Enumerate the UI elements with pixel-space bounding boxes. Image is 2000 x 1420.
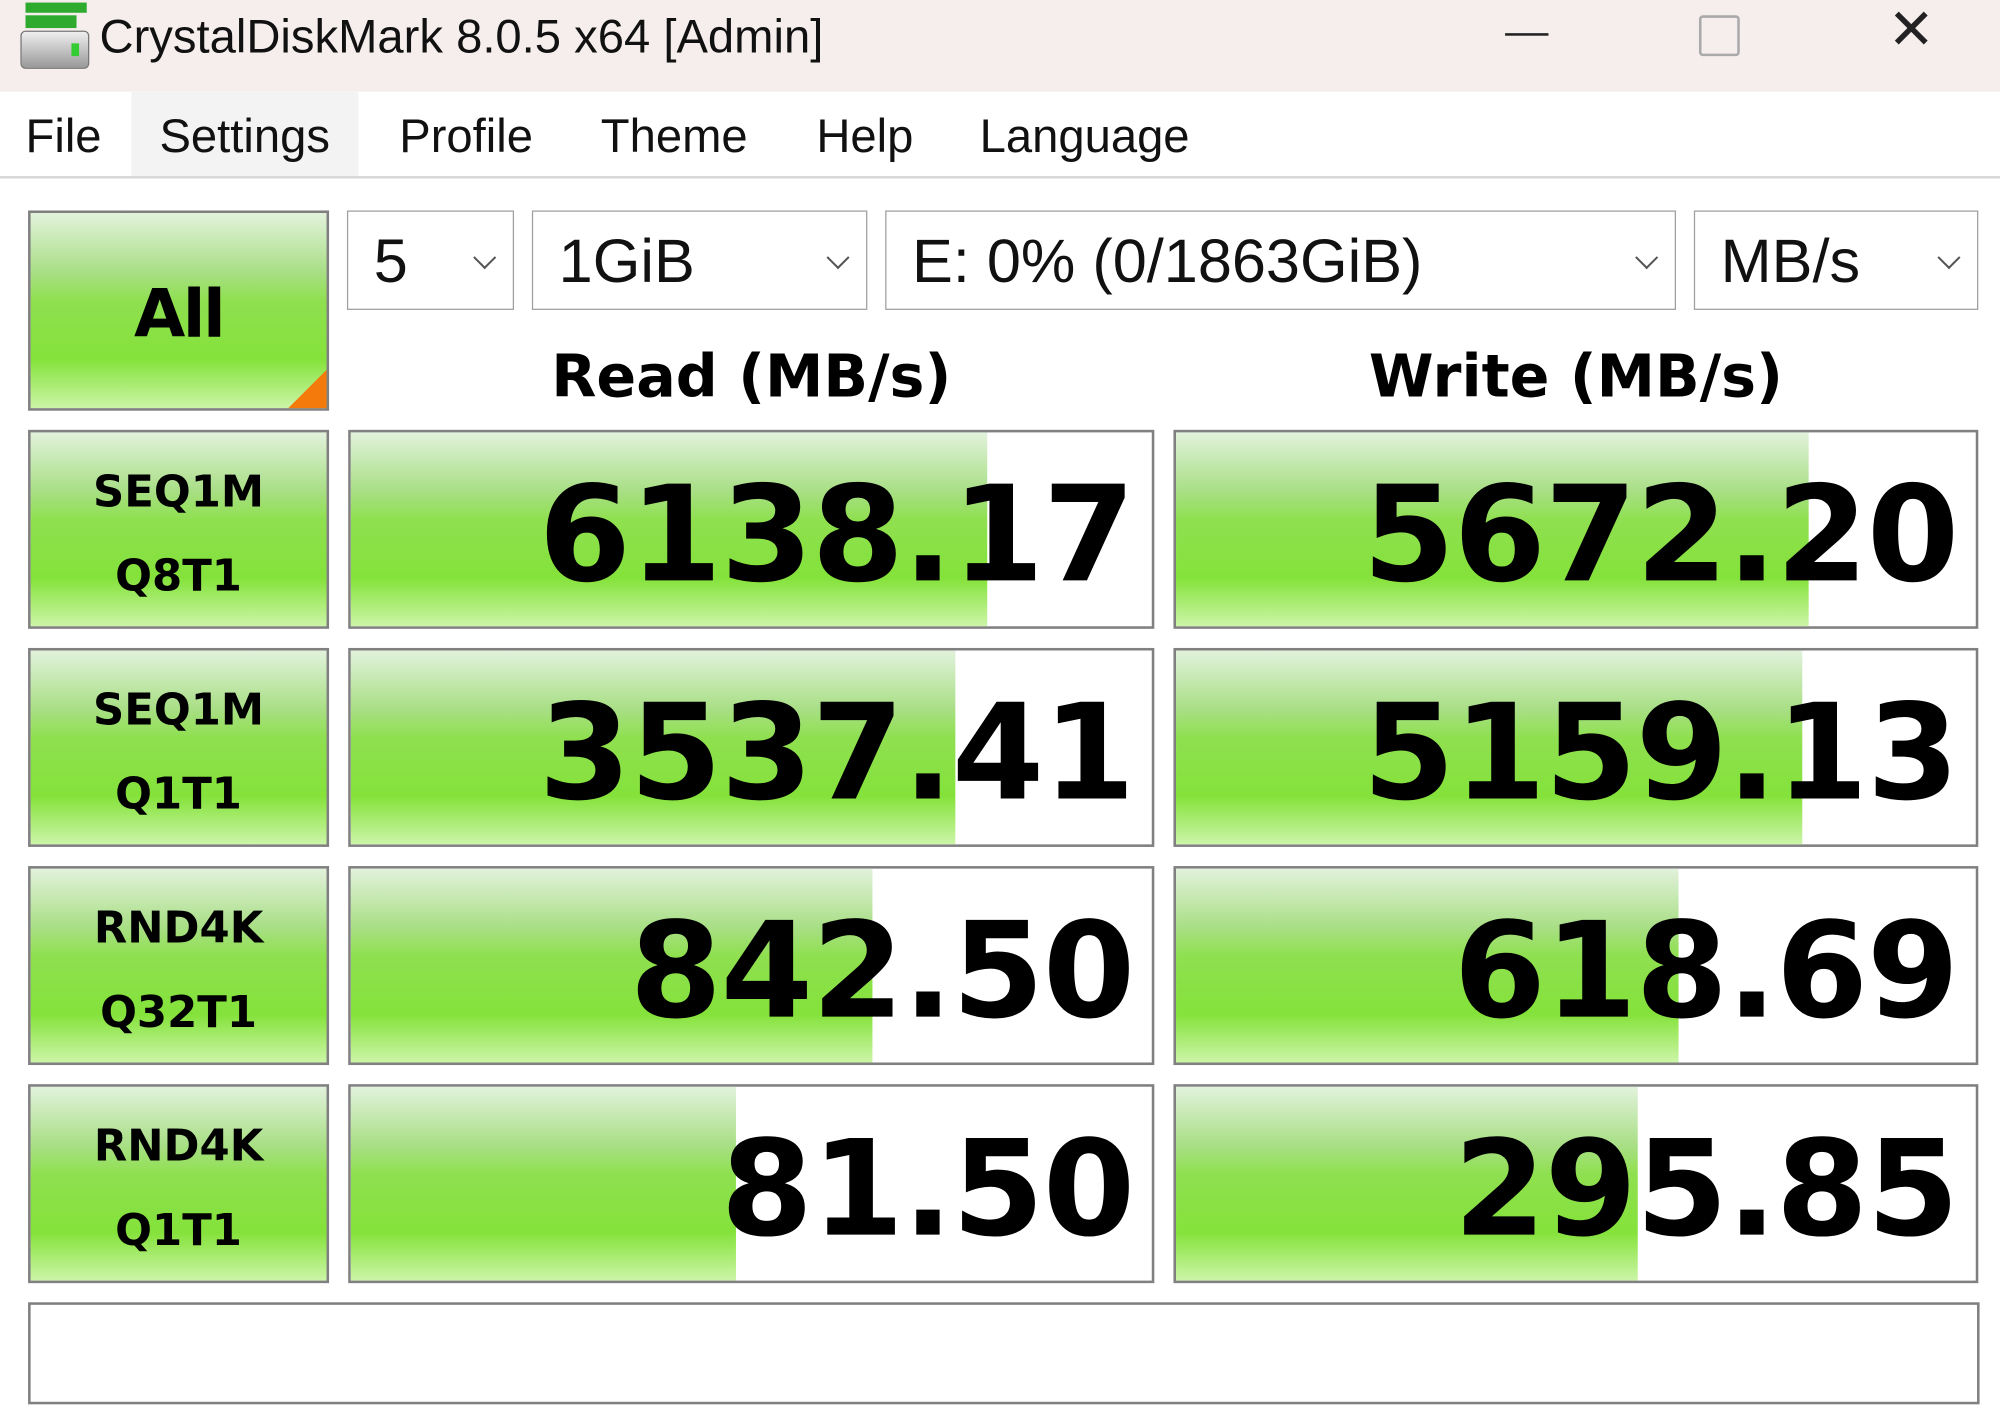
read-result: 842.50 (348, 866, 1155, 1066)
comment-input[interactable] (28, 1302, 1980, 1405)
app-icon (20, 2, 90, 69)
test-params: Q32T1 (100, 987, 258, 1039)
close-icon: ✕ (1887, 0, 1935, 62)
test-name: RND4K (93, 1121, 264, 1173)
write-result: 5159.13 (1173, 647, 1979, 847)
read-bar (350, 1086, 737, 1281)
test-count-select[interactable]: 5 (346, 210, 515, 310)
menu-bar: File Settings Profile Theme Help Languag… (0, 91, 2000, 179)
unit-select[interactable]: MB/s (1693, 210, 1979, 310)
test-name: SEQ1M (93, 684, 265, 736)
crystaldiskmark-window: CrystalDiskMark 8.0.5 x64 [Admin] ✕ File… (0, 0, 2000, 1420)
read-result: 3537.41 (348, 647, 1155, 847)
write-value: 5672.20 (1362, 456, 1960, 613)
drive-select[interactable]: E: 0% (0/1863GiB) (885, 210, 1677, 310)
read-value: 6138.17 (538, 456, 1136, 613)
title-bar: CrystalDiskMark 8.0.5 x64 [Admin] ✕ (0, 0, 2000, 92)
test-name: RND4K (93, 903, 264, 955)
test-button-1[interactable]: SEQ1M Q1T1 (28, 647, 330, 847)
test-button-3[interactable]: RND4K Q1T1 (28, 1084, 330, 1284)
write-result: 5672.20 (1173, 429, 1979, 629)
minimize-button[interactable] (1490, 0, 1567, 77)
menu-file[interactable]: File (0, 92, 130, 176)
test-params: Q8T1 (115, 551, 242, 603)
write-result: 618.69 (1173, 866, 1979, 1066)
close-button[interactable]: ✕ (1875, 0, 1952, 77)
test-button-2[interactable]: RND4K Q32T1 (28, 866, 330, 1066)
run-all-button[interactable]: All (28, 210, 330, 411)
test-size-select[interactable]: 1GiB (531, 210, 868, 310)
test-count-value: 5 (373, 228, 408, 296)
menu-theme[interactable]: Theme (573, 92, 776, 176)
chevron-down-icon (473, 246, 497, 270)
minimize-icon (1505, 33, 1549, 36)
read-value: 3537.41 (538, 674, 1136, 831)
test-size-value: 1GiB (558, 228, 695, 296)
write-value: 5159.13 (1362, 674, 1960, 831)
test-button-0[interactable]: SEQ1M Q8T1 (28, 429, 330, 629)
menu-settings[interactable]: Settings (131, 91, 359, 177)
read-result: 6138.17 (348, 429, 1155, 629)
read-value: 81.50 (720, 1110, 1135, 1267)
test-name: SEQ1M (93, 466, 265, 518)
maximize-button[interactable] (1679, 0, 1756, 77)
corner-marker-icon (288, 369, 327, 409)
test-params: Q1T1 (115, 769, 242, 821)
run-all-label: All (133, 276, 226, 354)
chevron-down-icon (1937, 246, 1961, 270)
test-params: Q1T1 (115, 1205, 242, 1257)
menu-help[interactable]: Help (788, 92, 941, 176)
read-header: Read (MB/s) (551, 341, 952, 411)
maximize-icon (1698, 15, 1740, 57)
unit-value: MB/s (1720, 228, 1861, 296)
write-value: 618.69 (1453, 892, 1960, 1049)
drive-value: E: 0% (0/1863GiB) (911, 228, 1423, 296)
read-result: 81.50 (348, 1084, 1155, 1284)
chevron-down-icon (1635, 246, 1659, 270)
write-result: 295.85 (1173, 1084, 1979, 1284)
read-value: 842.50 (629, 892, 1136, 1049)
write-value: 295.85 (1453, 1110, 1960, 1267)
write-header: Write (MB/s) (1368, 341, 1783, 411)
menu-language[interactable]: Language (952, 92, 1218, 176)
chevron-down-icon (826, 246, 850, 270)
menu-profile[interactable]: Profile (371, 92, 561, 176)
window-title: CrystalDiskMark 8.0.5 x64 [Admin] (99, 10, 824, 63)
